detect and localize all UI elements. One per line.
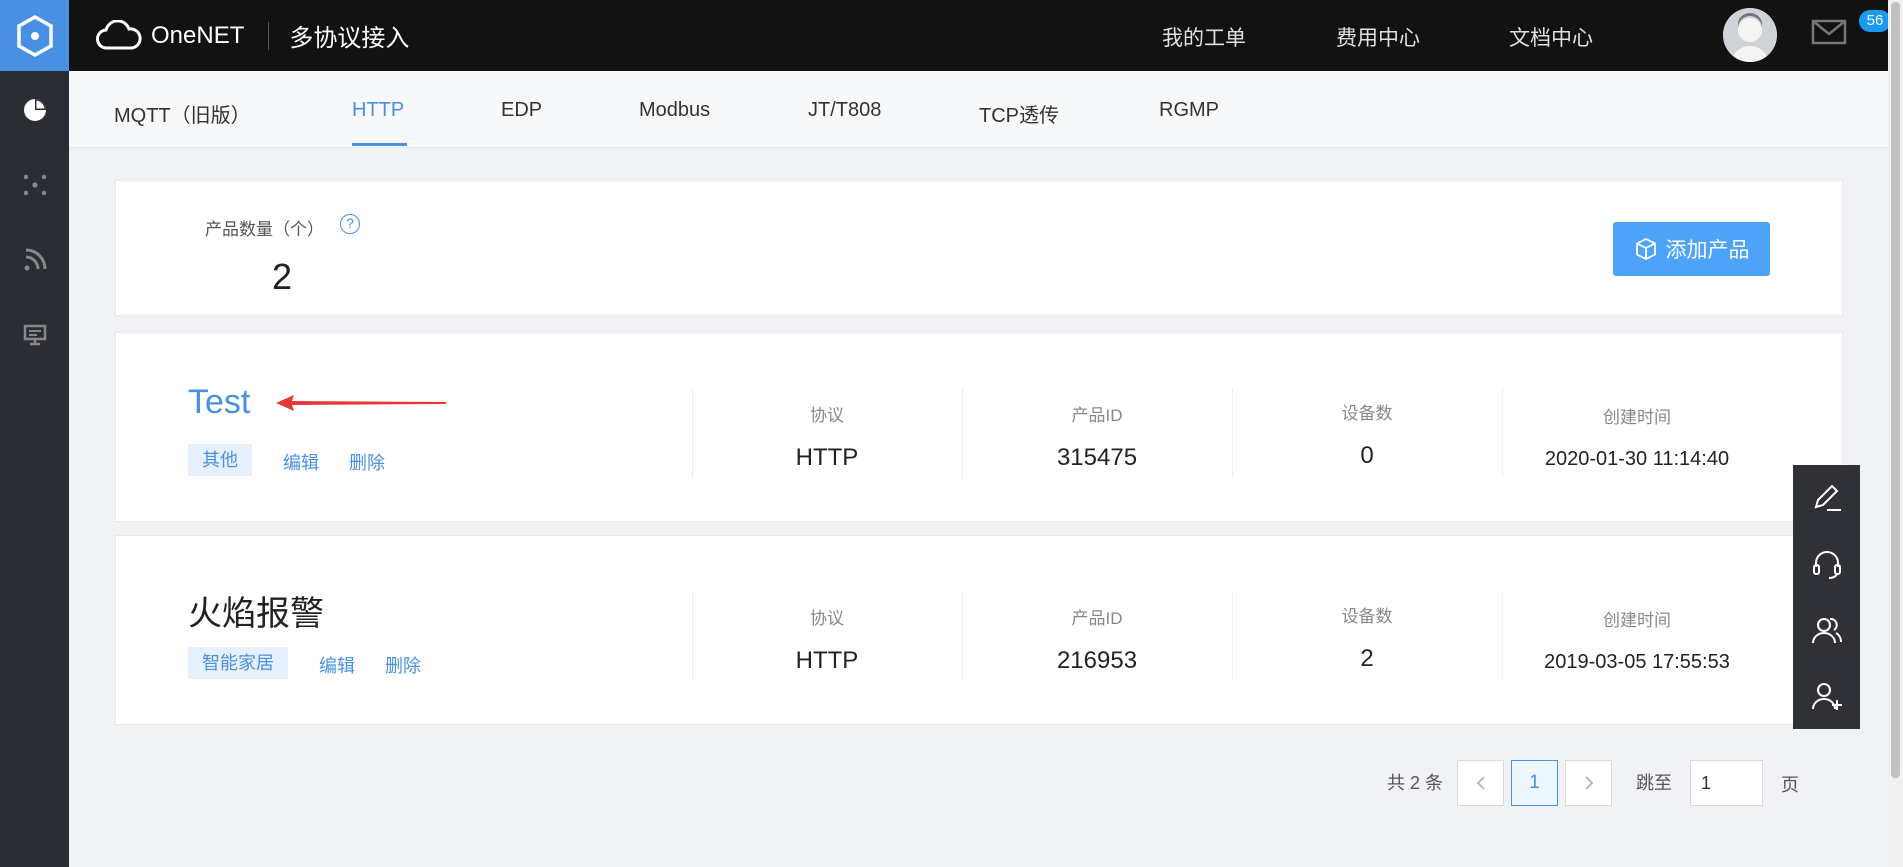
tab-jtt808[interactable]: JT/T808 <box>808 99 881 122</box>
product-category-tag[interactable]: 其他 <box>188 444 252 476</box>
product-id-value: 315475 <box>1056 444 1138 471</box>
brand-divider <box>268 21 270 50</box>
annotation-arrow-icon <box>276 395 446 411</box>
mail-icon <box>1811 19 1847 45</box>
hexagon-logo-icon <box>16 14 53 57</box>
nav-docs[interactable]: 文档中心 <box>1509 22 1593 52</box>
product-id-column: 产品ID 216953 <box>962 604 1232 675</box>
product-name-link[interactable]: 火焰报警 <box>188 586 324 635</box>
floating-toolbar <box>1793 465 1860 729</box>
device-count-header: 设备数 <box>1341 404 1393 423</box>
jump-to-label: 跳至 <box>1636 773 1672 793</box>
add-product-button[interactable]: 添加产品 <box>1613 222 1770 276</box>
headset-icon <box>1812 551 1841 579</box>
summary-panel: 产品数量（个） ? 2 添加产品 <box>115 180 1843 316</box>
edit-product-link[interactable]: 编辑 <box>319 652 355 678</box>
jump-page-input[interactable] <box>1690 760 1763 806</box>
scrollbar-thumb[interactable] <box>1891 2 1900 778</box>
sidebar-item-feed[interactable] <box>0 225 69 295</box>
protocol-column: 协议 HTTP <box>692 401 962 472</box>
chevron-right-icon <box>1584 776 1593 790</box>
product-id-column: 产品ID 315475 <box>962 401 1232 472</box>
tab-tcp-passthrough[interactable]: TCP透传 <box>979 99 1059 128</box>
delete-product-link[interactable]: 删除 <box>385 652 421 678</box>
delete-product-link[interactable]: 删除 <box>349 449 385 475</box>
protocol-value: HTTP <box>795 647 859 674</box>
tab-edp[interactable]: EDP <box>501 99 542 122</box>
box-icon <box>1635 237 1656 261</box>
protocol-tabs: MQTT（旧版） HTTP EDP Modbus JT/T808 TCP透传 R… <box>69 71 1888 148</box>
tab-mqtt-legacy[interactable]: MQTT（旧版） <box>114 99 251 128</box>
community-button[interactable] <box>1793 597 1860 663</box>
mail-count-badge: 56 <box>1859 10 1891 32</box>
tab-rgmp[interactable]: RGMP <box>1159 99 1219 122</box>
next-page-button[interactable] <box>1565 760 1612 806</box>
device-count-column: 设备数 2 <box>1232 602 1502 673</box>
created-column: 创建时间 2020-01-30 11:14:40 <box>1502 403 1772 471</box>
product-count-label: 产品数量（个） <box>205 220 324 239</box>
add-user-button[interactable] <box>1793 663 1860 729</box>
product-card-fire-alarm: 火焰报警 智能家居 编辑 删除 协议 HTTP 产品ID 216953 设备数 … <box>115 535 1843 725</box>
nav-my-tickets[interactable]: 我的工单 <box>1162 22 1246 52</box>
product-card-test: Test 其他 编辑 删除 协议 HTTP 产品ID 315475 设备数 0 … <box>115 332 1843 522</box>
chevron-left-icon <box>1476 776 1485 790</box>
add-product-label: 添加产品 <box>1665 239 1750 262</box>
monitor-icon <box>23 324 46 346</box>
help-icon[interactable]: ? <box>340 214 360 234</box>
pie-chart-icon <box>23 99 46 121</box>
sidebar-item-devices[interactable] <box>0 150 69 220</box>
active-tab-indicator <box>352 143 407 146</box>
product-count-value: 2 <box>272 256 293 297</box>
protocol-column: 协议 HTTP <box>692 604 962 675</box>
mail-button[interactable] <box>1811 18 1847 51</box>
users-icon <box>1811 617 1842 644</box>
device-count-column: 设备数 0 <box>1232 399 1502 470</box>
user-avatar[interactable] <box>1723 8 1777 62</box>
page-1-button[interactable]: 1 <box>1511 760 1558 806</box>
sidebar-item-overview[interactable] <box>0 75 69 145</box>
product-id-header: 产品ID <box>1071 609 1123 628</box>
app-logo[interactable] <box>0 0 69 71</box>
created-value: 2019-03-05 17:55:53 <box>1544 651 1730 673</box>
nav-billing[interactable]: 费用中心 <box>1336 22 1420 52</box>
created-column: 创建时间 2019-03-05 17:55:53 <box>1502 606 1772 674</box>
feedback-button[interactable] <box>1793 465 1860 531</box>
device-count-value: 2 <box>1360 645 1374 672</box>
left-sidebar <box>0 0 69 867</box>
brand-subtitle: 多协议接入 <box>289 25 410 52</box>
product-category-tag[interactable]: 智能家居 <box>188 647 288 679</box>
dots-network-icon <box>23 174 46 196</box>
top-header: OneNET 多协议接入 我的工单 费用中心 文档中心 56 <box>69 0 1903 71</box>
edit-product-link[interactable]: 编辑 <box>283 449 319 475</box>
user-avatar-icon <box>1723 8 1777 62</box>
tab-http[interactable]: HTTP <box>352 99 404 122</box>
device-count-header: 设备数 <box>1341 607 1393 626</box>
sidebar-item-monitor[interactable] <box>0 300 69 370</box>
created-value: 2020-01-30 11:14:40 <box>1544 448 1730 470</box>
customer-service-button[interactable] <box>1793 531 1860 597</box>
created-header: 创建时间 <box>1603 408 1671 427</box>
pagination-total: 共 2 条 <box>1387 773 1444 793</box>
rss-icon <box>24 248 46 271</box>
product-id-value: 216953 <box>1056 647 1138 674</box>
protocol-header: 协议 <box>810 609 844 628</box>
product-name-link[interactable]: Test <box>188 383 250 422</box>
product-id-header: 产品ID <box>1071 406 1123 425</box>
add-user-icon <box>1811 683 1842 710</box>
prev-page-button[interactable] <box>1457 760 1504 806</box>
brand[interactable]: OneNET 多协议接入 <box>95 18 409 53</box>
page-unit-label: 页 <box>1781 775 1799 795</box>
edit-icon <box>1814 484 1841 511</box>
brand-name: OneNET <box>151 21 245 49</box>
protocol-header: 协议 <box>810 406 844 425</box>
protocol-value: HTTP <box>795 444 859 471</box>
cloud-logo-icon <box>96 19 142 49</box>
created-header: 创建时间 <box>1603 611 1671 630</box>
tab-modbus[interactable]: Modbus <box>639 99 710 122</box>
device-count-value: 0 <box>1360 442 1374 469</box>
